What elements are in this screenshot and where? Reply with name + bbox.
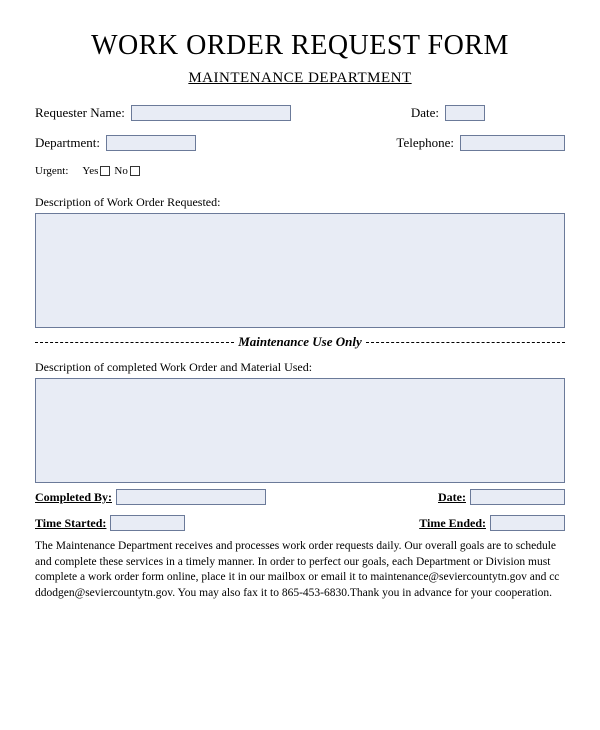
description-completed-label: Description of completed Work Order and …	[35, 360, 565, 375]
urgent-no-checkbox[interactable]	[130, 166, 140, 176]
completed-by-label: Completed By:	[35, 490, 112, 505]
urgent-yes-label: Yes	[82, 165, 98, 177]
divider-text: Maintenance Use Only	[234, 334, 366, 350]
date-completed-input[interactable]	[470, 489, 565, 505]
urgent-label: Urgent:	[35, 165, 68, 177]
form-title: WORK ORDER REQUEST FORM	[35, 30, 565, 62]
requester-name-input[interactable]	[131, 105, 291, 121]
time-ended-label: Time Ended:	[419, 516, 486, 531]
urgent-yes-checkbox[interactable]	[100, 166, 110, 176]
maintenance-divider: Maintenance Use Only	[35, 334, 565, 350]
requester-name-label: Requester Name:	[35, 105, 125, 121]
footer-text: The Maintenance Department receives and …	[35, 539, 565, 601]
time-ended-input[interactable]	[490, 515, 565, 531]
time-started-label: Time Started:	[35, 516, 106, 531]
department-label: Department:	[35, 135, 100, 151]
row-name-date: Requester Name: Date:	[35, 105, 565, 121]
row-urgent: Urgent: Yes No	[35, 165, 565, 177]
divider-left	[35, 342, 234, 343]
telephone-input[interactable]	[460, 135, 565, 151]
date-completed-label: Date:	[438, 490, 466, 505]
telephone-label: Telephone:	[396, 135, 454, 151]
row-completed-date: Completed By: Date:	[35, 489, 565, 505]
date-label: Date:	[411, 105, 439, 121]
completed-by-input[interactable]	[116, 489, 266, 505]
description-requested-input[interactable]	[35, 213, 565, 328]
urgent-no-label: No	[114, 165, 127, 177]
department-input[interactable]	[106, 135, 196, 151]
divider-right	[366, 342, 565, 343]
row-times: Time Started: Time Ended:	[35, 515, 565, 531]
description-requested-label: Description of Work Order Requested:	[35, 195, 565, 210]
description-completed-input[interactable]	[35, 378, 565, 483]
time-started-input[interactable]	[110, 515, 185, 531]
date-input[interactable]	[445, 105, 485, 121]
row-dept-phone: Department: Telephone:	[35, 135, 565, 151]
form-subtitle: MAINTENANCE DEPARTMENT	[35, 70, 565, 87]
